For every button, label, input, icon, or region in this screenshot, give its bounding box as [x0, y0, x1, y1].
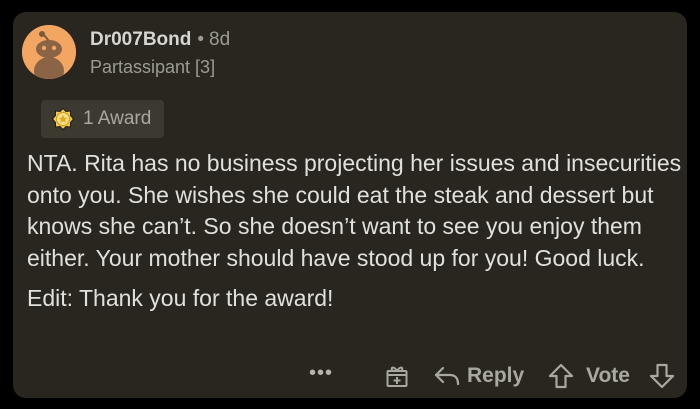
award-count-label: 1 Award: [83, 108, 152, 129]
separator-dot: •: [197, 29, 205, 50]
reply-button[interactable]: Reply: [434, 362, 524, 390]
comment-age: 8d: [209, 29, 231, 50]
snoo-avatar-icon: [22, 25, 76, 79]
avatar[interactable]: [22, 25, 76, 79]
upvote-arrow-icon[interactable]: [547, 362, 575, 390]
comment-card: Dr007Bond • 8d Partassipant [3] 1 Award NT…: [13, 12, 687, 398]
author-line: Dr007Bond • 8d: [90, 28, 230, 52]
more-options-button[interactable]: •••: [309, 362, 333, 385]
comment-actions-bar: ••• Reply Vote: [13, 360, 687, 392]
user-flair: Partassipant [3]: [90, 57, 216, 77]
comment-body: NTA. Rita has no business projecting her…: [27, 148, 682, 315]
downvote-arrow-icon[interactable]: [648, 362, 676, 390]
username[interactable]: Dr007Bond: [90, 29, 191, 50]
gift-icon[interactable]: [384, 363, 410, 389]
vote-count: Vote: [586, 364, 630, 387]
award-badge[interactable]: 1 Award: [41, 100, 164, 138]
award-medal-icon: [51, 107, 75, 131]
comment-edit-note: Edit: Thank you for the award!: [27, 285, 334, 311]
reply-arrow-icon: [434, 365, 460, 387]
comment-text: NTA. Rita has no business projecting her…: [27, 150, 682, 271]
reply-label: Reply: [467, 364, 525, 387]
